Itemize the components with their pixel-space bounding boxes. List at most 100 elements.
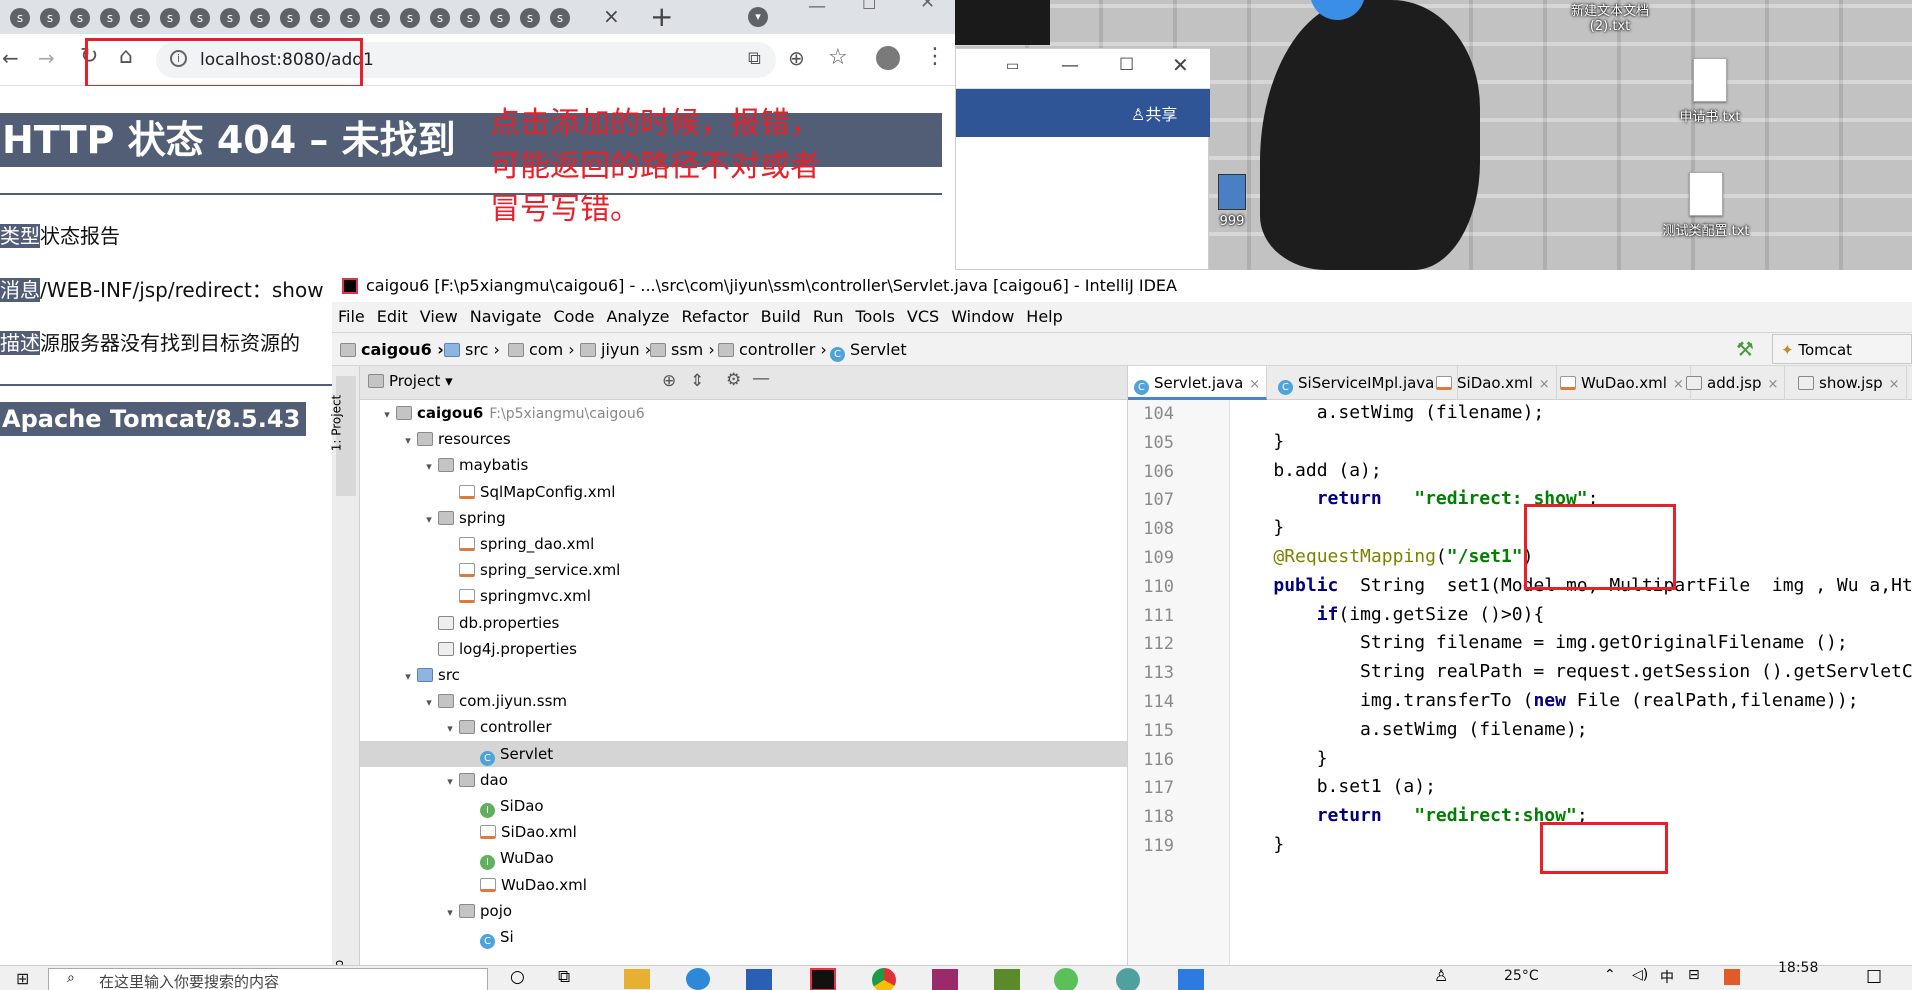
browser-tab[interactable]: s (430, 8, 450, 28)
word-icon[interactable] (746, 969, 772, 990)
profile-avatar[interactable] (876, 46, 900, 70)
tree-node[interactable]: SiDao.xml (360, 819, 1127, 845)
browser-tab[interactable]: s (70, 8, 90, 28)
menu-tools[interactable]: Tools (850, 302, 901, 332)
close-icon[interactable]: ✕ (1172, 53, 1189, 77)
code-line[interactable]: return "redirect:show"; (1230, 805, 1588, 826)
network-icon[interactable]: ⊟ (1688, 967, 1700, 983)
tree-node[interactable]: db.properties (360, 610, 1127, 636)
browser-tab[interactable]: s (280, 8, 300, 28)
desktop-icon-new-text-doc[interactable]: 新建文本文档 (2).txt (1565, 0, 1655, 34)
close-tab-icon[interactable]: × (1249, 377, 1260, 392)
close-icon[interactable]: ✕ (920, 0, 935, 13)
breadcrumb-project[interactable]: caigou6 › (340, 333, 444, 367)
tree-expand-icon[interactable]: ▾ (378, 402, 396, 428)
notification-icon[interactable]: ☐ (1866, 967, 1882, 988)
restore-icon[interactable]: ▭ (1006, 58, 1019, 74)
menu-help[interactable]: Help (1020, 302, 1068, 332)
tree-expand-icon[interactable]: ▾ (420, 690, 438, 716)
tree-node[interactable]: log4j.properties (360, 636, 1127, 662)
menu-navigate[interactable]: Navigate (464, 302, 548, 332)
desktop-icon-test-config[interactable]: 测试类配置.txt (1661, 172, 1751, 239)
browser-tab[interactable]: s (100, 8, 120, 28)
tree-node[interactable]: ▾ pojo (360, 898, 1127, 924)
browser-tab[interactable]: s (160, 8, 180, 28)
tree-node[interactable]: I WuDao (360, 845, 1127, 871)
menu-file[interactable]: File (332, 302, 371, 332)
tree-node[interactable]: ▾ controller (360, 714, 1127, 742)
tree-node[interactable]: ▾ dao (360, 767, 1127, 793)
chevron-up-icon[interactable]: ⌃ (1604, 967, 1616, 983)
editor-tab[interactable]: C Servlet.java × (1128, 366, 1268, 400)
build-hammer-icon[interactable]: ⚒ (1736, 337, 1754, 361)
windows-start-icon[interactable]: ⊞ (16, 969, 29, 988)
weather-temperature[interactable]: 25°C (1504, 968, 1539, 984)
taskbar-search[interactable]: ⌕ 在这里输入你要搜索的内容 (48, 968, 488, 990)
browser-tab[interactable]: s (190, 8, 210, 28)
browser-tab[interactable]: s (220, 8, 240, 28)
notepad-icon[interactable] (994, 969, 1020, 990)
tree-node[interactable]: SqlMapConfig.xml (360, 479, 1127, 505)
menu-edit[interactable]: Edit (371, 302, 414, 332)
app-icon[interactable] (1178, 969, 1204, 990)
tree-node[interactable]: ▾ src (360, 662, 1127, 688)
browser-tab[interactable]: s (340, 8, 360, 28)
translate-icon[interactable]: ⧉ (748, 48, 761, 69)
tree-node[interactable]: spring_service.xml (360, 557, 1127, 583)
code-line[interactable]: } (1230, 517, 1284, 538)
editor-tab[interactable]: WuDao.xml × (1554, 366, 1691, 400)
close-tab-icon[interactable]: × (603, 4, 620, 28)
browser-tab[interactable]: s (370, 8, 390, 28)
tree-node[interactable]: C Si (360, 924, 1127, 950)
volume-icon[interactable]: ◁) (1632, 967, 1648, 983)
more-menu-icon[interactable]: ⋮ (924, 44, 946, 69)
close-tab-icon[interactable]: × (1889, 377, 1900, 392)
app-tray-icon[interactable] (1724, 969, 1740, 985)
app-icon[interactable] (686, 968, 710, 990)
clock-time[interactable]: 18:58 (1778, 960, 1818, 976)
minimize-icon[interactable]: — (1061, 55, 1079, 76)
code-line[interactable]: } (1230, 834, 1284, 855)
tree-expand-icon[interactable]: ▾ (420, 454, 438, 480)
tree-node[interactable]: ▾ spring (360, 505, 1127, 533)
cortana-icon[interactable]: ○ (510, 967, 525, 987)
code-area[interactable]: a.setWimg (filename); } b.add (a); retur… (1230, 400, 1912, 990)
back-arrow-icon[interactable]: ← (2, 46, 19, 70)
menu-build[interactable]: Build (755, 302, 807, 332)
tree-expand-icon[interactable]: ▾ (399, 428, 417, 454)
desktop-icon-application[interactable]: 申请书.txt (1665, 58, 1755, 125)
new-tab-button[interactable]: + (650, 0, 673, 33)
minimize-icon[interactable]: — (808, 0, 826, 17)
code-line[interactable]: @RequestMapping("/set1") (1230, 546, 1533, 567)
tree-expand-icon[interactable]: ▾ (420, 507, 438, 533)
breadcrumb-controller[interactable]: controller › (718, 333, 827, 367)
code-line[interactable]: } (1230, 431, 1284, 452)
app-icon[interactable] (1116, 968, 1140, 990)
intellij-taskbar-icon[interactable] (810, 968, 836, 990)
editor-tab[interactable]: SiDao.xml × (1430, 366, 1557, 400)
tree-node[interactable]: I SiDao (360, 793, 1127, 819)
breadcrumb-ssm[interactable]: ssm › (650, 333, 715, 367)
ide-titlebar[interactable]: caigou6 [F:\p5xiangmu\caigou6] - ...\src… (332, 270, 1912, 302)
winrar-icon[interactable] (932, 969, 958, 990)
browser-tab[interactable]: s (310, 8, 330, 28)
code-line[interactable]: a.setWimg (filename); (1230, 402, 1545, 423)
tree-node[interactable]: ▾ com.jiyun.ssm (360, 688, 1127, 716)
gear-icon[interactable]: ⚙ (726, 370, 741, 390)
menu-window[interactable]: Window (945, 302, 1020, 332)
chrome-icon[interactable] (872, 968, 896, 990)
editor-tab[interactable]: show.jsp × (1792, 366, 1907, 400)
breadcrumb-src[interactable]: src › (444, 333, 500, 367)
forward-arrow-icon[interactable]: → (38, 46, 55, 70)
tree-expand-icon[interactable]: ▾ (441, 716, 459, 742)
browser-tab[interactable]: s (10, 8, 30, 28)
tree-node[interactable]: springmvc.xml (360, 583, 1127, 609)
code-line[interactable]: } (1230, 748, 1328, 769)
hide-panel-icon[interactable]: — (752, 368, 770, 389)
breadcrumb-jiyun[interactable]: jiyun › (580, 333, 651, 367)
browser-tab[interactable]: s (130, 8, 150, 28)
zoom-icon[interactable]: ⊕ (788, 46, 805, 70)
wechat-icon[interactable] (1054, 968, 1078, 990)
code-line[interactable]: String realPath = request.getSession ().… (1230, 661, 1912, 682)
browser-tab-active[interactable]: s (550, 8, 570, 28)
